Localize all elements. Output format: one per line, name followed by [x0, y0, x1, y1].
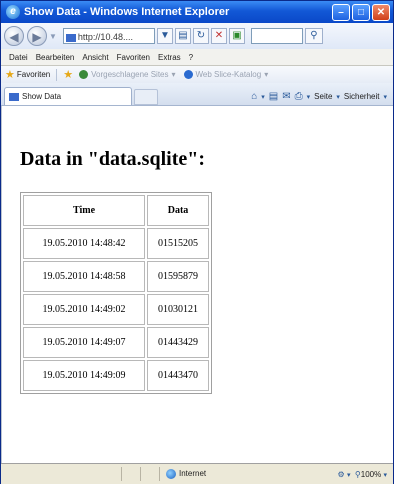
- tab-label: Show Data: [22, 92, 62, 101]
- page-content: Data in "data.sqlite": Time Data 19.05.2…: [1, 106, 393, 463]
- favorites-separator: [56, 68, 58, 81]
- window-title: Show Data - Windows Internet Explorer: [24, 6, 230, 18]
- zoom-dropdown-icon[interactable]: ▾: [347, 472, 351, 479]
- zone-label: Internet: [179, 469, 207, 479]
- search-icon[interactable]: ⚲: [304, 28, 323, 44]
- print-dropdown-icon[interactable]: ▾: [307, 93, 311, 101]
- favorites-bar: ★ Favoriten ★ Vorgeschlagene Sites ▾ Web…: [1, 66, 393, 83]
- tab-row: Show Data ⌂ ▾ ▤ ✉ ⎙ ▾ Seite ▾ Sicherheit…: [1, 83, 393, 106]
- menu-item-extras[interactable]: Extras: [158, 53, 181, 62]
- cell-time: 19.05.2010 14:48:58: [23, 261, 145, 292]
- web-slice-icon: [183, 70, 193, 79]
- status-segment: [141, 467, 160, 481]
- cell-time: 19.05.2010 14:48:42: [23, 228, 145, 259]
- safety-dropdown-icon[interactable]: ▾: [383, 93, 387, 101]
- globe-icon: [166, 469, 176, 479]
- page-title: Data in "data.sqlite":: [20, 148, 205, 170]
- menu-item-ansicht[interactable]: Ansicht: [82, 53, 108, 62]
- refresh-icon[interactable]: ↻: [192, 28, 209, 44]
- stop-icon[interactable]: ✕: [210, 28, 227, 44]
- web-slice-link[interactable]: Web Slice-Katalog: [196, 70, 262, 79]
- feeds-icon[interactable]: ▤: [269, 91, 278, 102]
- tab-show-data[interactable]: Show Data: [4, 87, 132, 105]
- security-zone[interactable]: Internet: [166, 469, 206, 479]
- cell-data: 01030121: [147, 294, 209, 325]
- cell-data: 01595879: [147, 261, 209, 292]
- status-bar: Internet ⚙ ▾ ⚲100% ▾: [1, 463, 393, 484]
- mail-icon[interactable]: ✉: [282, 91, 290, 102]
- home-icon[interactable]: ⌂: [251, 91, 257, 102]
- zoom-level: 100%: [360, 469, 382, 479]
- zoom-level-dropdown-icon[interactable]: ▾: [383, 472, 387, 479]
- menu-item-favoriten[interactable]: Favoriten: [117, 53, 150, 62]
- close-button[interactable]: ✕: [372, 3, 390, 21]
- page-dropdown-icon[interactable]: ▾: [336, 93, 340, 101]
- cell-data: 01515205: [147, 228, 209, 259]
- table-row: 19.05.2010 14:49:07 01443429: [23, 327, 209, 358]
- home-dropdown-icon[interactable]: ▾: [261, 93, 265, 101]
- cell-data: 01443429: [147, 327, 209, 358]
- menu-bar: Datei Bearbeiten Ansicht Favoriten Extra…: [1, 49, 393, 66]
- command-bar: ⌂ ▾ ▤ ✉ ⎙ ▾ Seite ▾ Sicherheit ▾: [249, 91, 389, 102]
- suggested-sites-link[interactable]: Vorgeschlagene Sites: [91, 70, 168, 79]
- ie-logo-icon: e: [6, 5, 20, 19]
- menu-item-help[interactable]: ?: [189, 53, 193, 62]
- add-favorites-icon[interactable]: ★: [63, 68, 73, 81]
- safety-menu-button[interactable]: Sicherheit: [344, 92, 380, 101]
- dropdown-icon[interactable]: ▼: [156, 28, 173, 44]
- status-segment: [122, 467, 141, 481]
- column-header-time: Time: [23, 195, 145, 226]
- favorites-star-icon[interactable]: ★: [5, 68, 15, 81]
- search-input[interactable]: [250, 28, 303, 44]
- data-table: Time Data 19.05.2010 14:48:42 01515205 1…: [20, 192, 212, 394]
- cell-time: 19.05.2010 14:49:07: [23, 327, 145, 358]
- title-bar: e Show Data - Windows Internet Explorer …: [1, 1, 393, 23]
- table-row: 19.05.2010 14:49:02 01030121: [23, 294, 209, 325]
- menu-item-bearbeiten[interactable]: Bearbeiten: [36, 53, 75, 62]
- forward-icon[interactable]: ▶: [27, 26, 47, 46]
- back-icon[interactable]: ◀: [4, 26, 24, 46]
- zoom-control[interactable]: ⚙ ▾ ⚲100% ▾: [338, 470, 387, 479]
- favorites-button[interactable]: Favoriten: [17, 70, 50, 79]
- cell-time: 19.05.2010 14:49:02: [23, 294, 145, 325]
- new-tab-button[interactable]: [134, 89, 158, 105]
- minimize-button[interactable]: –: [332, 3, 350, 21]
- suggested-sites-icon: [79, 70, 89, 79]
- address-url: http://10.48....: [77, 32, 133, 42]
- table-row: 19.05.2010 14:49:09 01443470: [23, 360, 209, 391]
- compatibility-icon[interactable]: ▤: [174, 28, 191, 44]
- cell-time: 19.05.2010 14:49:09: [23, 360, 145, 391]
- column-header-data: Data: [147, 195, 209, 226]
- address-input[interactable]: http://10.48....: [62, 28, 155, 44]
- protected-mode-icon[interactable]: ⚙: [338, 470, 345, 479]
- print-icon[interactable]: ⎙: [295, 91, 303, 102]
- bing-icon[interactable]: ▣: [228, 28, 245, 44]
- page-menu-button[interactable]: Seite: [314, 92, 332, 101]
- table-header-row: Time Data: [23, 195, 209, 226]
- recent-pages-icon[interactable]: ▼: [49, 32, 57, 41]
- table-row: 19.05.2010 14:48:58 01595879: [23, 261, 209, 292]
- web-slice-dropdown-icon[interactable]: ▾: [264, 70, 268, 79]
- suggested-sites-dropdown-icon[interactable]: ▾: [172, 70, 176, 79]
- cell-data: 01443470: [147, 360, 209, 391]
- browser-window: e Show Data - Windows Internet Explorer …: [0, 0, 394, 484]
- address-row: ◀ ▶ ▼ http://10.48.... ▼ ▤ ↻ ✕ ▣ ⚲: [1, 23, 393, 49]
- table-row: 19.05.2010 14:48:42 01515205: [23, 228, 209, 259]
- maximize-button[interactable]: □: [352, 3, 370, 21]
- status-segment: [1, 467, 122, 481]
- page-favicon-icon: [65, 33, 76, 42]
- tab-favicon-icon: [9, 92, 19, 101]
- menu-item-datei[interactable]: Datei: [9, 53, 28, 62]
